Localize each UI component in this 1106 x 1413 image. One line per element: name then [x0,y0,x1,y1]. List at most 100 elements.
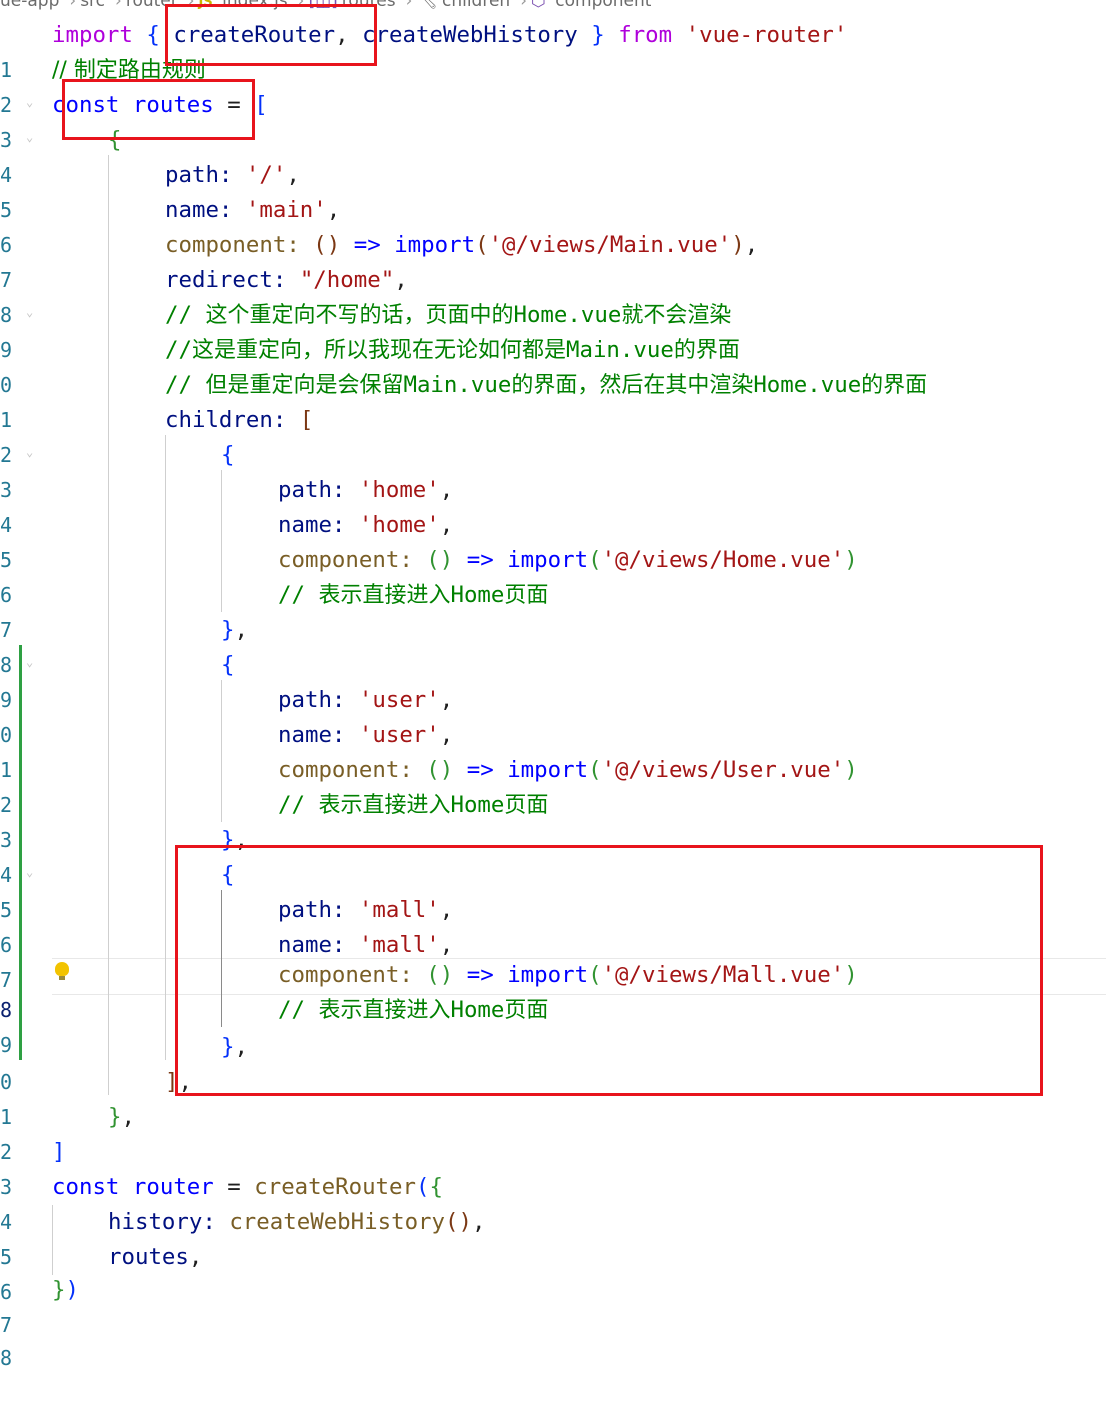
code-line: 7 component: () => import('@/views/Main.… [0,228,1106,292]
property-key: history: [108,1209,216,1235]
code-line: 5 name: 'home', [0,508,1106,572]
paren: ( [475,232,489,258]
bracket: [ [254,92,268,118]
property-key: name: [278,722,346,748]
line-number: 8 [0,1346,12,1370]
code-line: 7 }) [0,1273,1106,1337]
property-key: name: [165,197,233,223]
property-key: component: [165,232,300,258]
string-value: 'home' [358,477,440,503]
identifier-createWebHistory: createWebHistory [362,22,578,48]
punctuation: , [439,512,454,538]
code-line: 6 name: 'main', [0,193,1106,257]
code-line: 0 //这是重定向，所以我现在无论如何都是Main.vue的界面 [0,333,1106,397]
punctuation: , [121,1104,135,1130]
code-line: 5 path: '/', [0,158,1106,222]
code-line: 4 path: 'home', [0,473,1106,537]
paren: ) [731,232,745,258]
code-editor[interactable]: ⌄ ⌄ ⌄ ⌄ ⌄ ⌄ 1 import { createRouter, cre… [0,0,1106,1370]
code-line: 3 // 表示直接进入Home页面 [0,788,1106,852]
property-key: path: [165,162,233,188]
code-line: 1 name: 'user', [0,718,1106,782]
comment: // 这个重定向不写的话，页面中的Home.vue就不会渲染 [165,302,732,328]
string-value: 'home' [358,512,440,538]
keyword-import: import [52,22,133,48]
parens: () [426,757,454,783]
punctuation: , [471,1209,486,1235]
property-key: redirect: [165,267,287,293]
brace: { [429,1174,443,1200]
annotation-box-createRouter [165,4,377,66]
keyword-import: import [507,547,589,573]
paren: ( [588,547,602,573]
code-line: 0 path: 'user', [0,683,1106,747]
keyword-from: from [618,22,673,48]
code-line: 9 // 这个重定向不写的话，页面中的Home.vue就不会渲染 [0,298,1106,362]
punctuation: , [439,722,454,748]
annotation-box-mall-route [175,845,1043,1096]
punctuation: , [234,617,248,643]
brace: { [221,442,235,468]
function-call: createWebHistory [229,1209,446,1235]
code-line: 5 history: createWebHistory(), [0,1205,1106,1269]
code-line: 2 }, [0,1100,1106,1164]
property-key: name: [278,512,346,538]
property-key: children: [165,407,287,433]
paren: ) [844,547,858,573]
punctuation: , [188,1244,203,1270]
punctuation: , [439,687,454,713]
code-line: 8 }, [0,613,1106,677]
string-value: 'user' [358,722,440,748]
string-value: '@/views/Home.vue' [601,547,845,573]
string-value: '@/views/User.vue' [601,757,845,783]
code-line: 3 { [0,438,1106,502]
bracket: [ [299,407,314,433]
string-value: '@/views/Main.vue' [488,232,732,258]
paren: ( [588,757,602,783]
punctuation: , [744,232,759,258]
string-value: 'main' [245,197,327,223]
arrow: => [466,547,494,573]
brace: { [221,652,235,678]
paren: ( [416,1174,430,1200]
annotation-box-routes [62,79,255,140]
punctuation: , [286,162,300,188]
brace: { [146,22,160,48]
keyword-import: import [394,232,476,258]
code-line: 9 { [0,648,1106,712]
code-line: 8 redirect: "/home", [0,263,1106,327]
paren: ) [844,757,858,783]
identifier-routes: routes [108,1244,189,1270]
parens: () [313,232,341,258]
punctuation: , [394,267,408,293]
property-key: component: [278,547,413,573]
arrow: => [353,232,381,258]
module-string: 'vue-router' [685,22,848,48]
identifier-router: router [132,1174,214,1200]
brace: } [591,22,605,48]
brace: } [108,1104,122,1130]
parens: () [445,1209,472,1235]
function-call: createRouter [254,1174,416,1200]
bracket: ] [52,1139,66,1165]
comment: // 表示直接进入Home页面 [278,582,549,608]
code-line: 1 // 但是重定向是会保留Main.vue的界面，然后在其中渲染Home.vu… [0,368,1106,432]
code-line: 7 // 表示直接进入Home页面 [0,578,1106,642]
operator: = [213,1174,255,1200]
arrow: => [466,757,494,783]
paren: ) [65,1277,79,1303]
comment: //这是重定向，所以我现在无论如何都是Main.vue的界面 [165,337,740,363]
code-line: 2 children: [ [0,403,1106,467]
parens: () [426,547,454,573]
code-line: 3 ] [0,1135,1106,1199]
property-key: component: [278,757,413,783]
code-line: 6 routes, [0,1240,1106,1304]
string-value: "/home" [299,267,395,293]
code-line: 8 [0,1306,1106,1370]
property-key: path: [278,687,346,713]
string-value: 'user' [358,687,440,713]
comment: // 表示直接进入Home页面 [278,792,549,818]
keyword-import: import [507,757,589,783]
punctuation: , [326,197,341,223]
keyword-const: const [52,1174,120,1200]
